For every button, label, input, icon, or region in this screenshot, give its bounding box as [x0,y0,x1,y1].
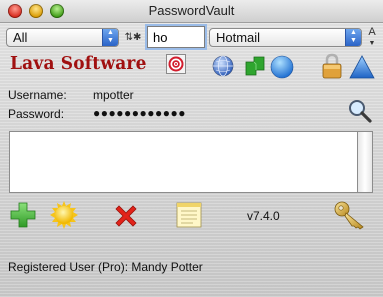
lava-software-logo: Lava Software [10,53,147,75]
password-value[interactable]: ●●●●●●●●●●●● [93,106,186,120]
font-glyph: A [368,26,376,38]
username-value[interactable]: mpotter [93,88,134,102]
account-select[interactable]: Hotmail ▲ ▼ [209,28,362,47]
account-select-value: Hotmail [216,30,261,45]
blue-circle-icon[interactable] [270,55,294,79]
add-icon[interactable] [10,202,36,228]
magnifier-icon[interactable] [347,98,373,124]
globe-icon[interactable] [212,55,234,77]
username-label: Username: [8,88,67,102]
delete-icon[interactable] [113,203,139,229]
registration-status: Registered User (Pro): Mandy Potter [8,260,203,274]
key-icon[interactable] [333,200,367,230]
category-select[interactable]: All ▲ ▼ [6,28,119,47]
font-button[interactable]: A ▼ [365,26,379,48]
target-icon[interactable] [166,54,186,74]
triangle-icon[interactable] [349,55,375,79]
title-bar[interactable]: PasswordVault [0,0,383,23]
notes-textarea[interactable] [9,131,358,193]
app-window: PasswordVault All ▲ ▼ ⇅✱ ho Hotmail ▲ ▼ A … [0,0,383,297]
sun-icon[interactable] [49,200,79,230]
sort-button[interactable]: ⇅✱ [122,28,144,47]
category-select-stepper-icon: ▲ ▼ [102,29,118,46]
account-select-stepper-icon: ▲ ▼ [345,29,361,46]
search-input[interactable]: ho [147,26,205,48]
note-icon[interactable] [174,201,204,229]
category-select-value: All [13,30,28,45]
version-label: v7.4.0 [247,209,280,223]
lock-icon[interactable] [321,53,343,79]
green-box-icon[interactable] [242,55,266,77]
font-stepper-icon: ▼ [368,40,376,47]
password-label: Password: [8,107,65,121]
window-title: PasswordVault [148,3,235,18]
notes-scrollbar[interactable] [358,131,373,193]
